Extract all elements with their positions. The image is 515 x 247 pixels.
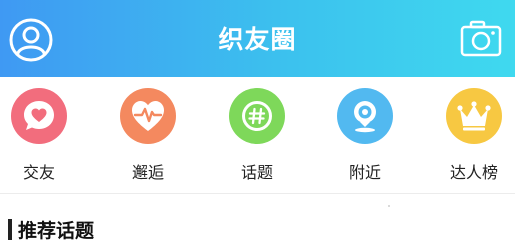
category-jiaoyou[interactable]: 交友: [4, 88, 74, 183]
category-xiehou[interactable]: 邂逅: [113, 88, 183, 183]
category-fujin[interactable]: 附近: [330, 88, 400, 183]
category-label: 达人榜: [449, 163, 498, 182]
category-label: 附近: [348, 163, 381, 182]
category-label: 话题: [240, 163, 273, 182]
crown-icon: [446, 88, 502, 144]
section-title: 推荐话题: [18, 220, 95, 242]
divider: [0, 193, 515, 194]
heart-chat-icon: [11, 88, 67, 144]
category-darenbang[interactable]: 达人榜: [439, 88, 509, 183]
category-huati[interactable]: 话题: [222, 88, 292, 183]
hashtag-icon: [229, 88, 285, 144]
section-title-marker: [8, 219, 12, 240]
category-label: 交友: [22, 163, 55, 182]
category-bar: 交友 邂逅 话题 附近 达人榜: [0, 88, 515, 192]
page-title: 织友圈: [218, 25, 297, 54]
category-label: 邂逅: [131, 163, 164, 182]
location-webcam-icon: [337, 88, 393, 144]
divider: [388, 205, 390, 207]
camera-button[interactable]: [460, 18, 502, 58]
app-header: 织友圈: [0, 0, 515, 77]
heartbeat-icon: [120, 88, 176, 144]
camera-icon: [460, 20, 502, 57]
